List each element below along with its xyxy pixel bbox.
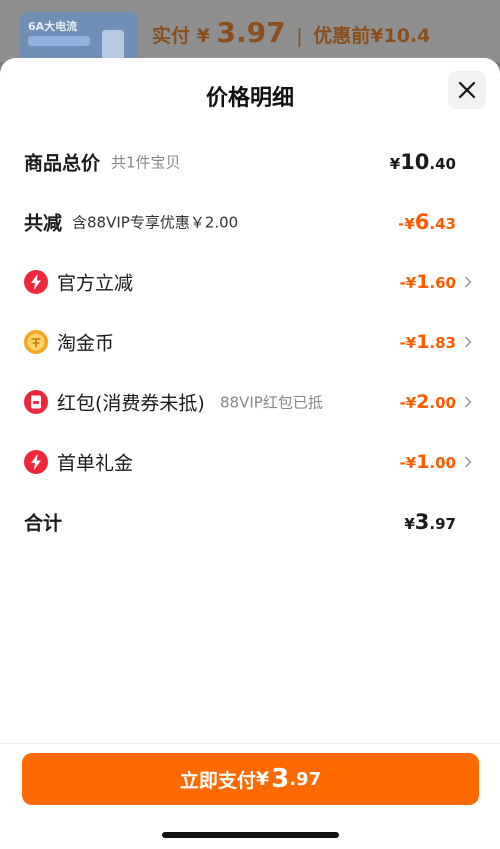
total-discount-label: 共减 bbox=[24, 212, 63, 235]
actual-pay-amount: 3.97 bbox=[216, 16, 286, 49]
official-discount-value: -¥1.60 bbox=[399, 271, 456, 293]
sheet-title: 价格明细 bbox=[205, 86, 294, 111]
total-price-note: 共1件宝贝 bbox=[111, 153, 181, 172]
pay-now-currency: ¥ bbox=[255, 768, 270, 790]
coins-value: -¥1.83 bbox=[399, 331, 456, 353]
row-first-order-gift[interactable]: 首单礼金 -¥1.00 bbox=[0, 442, 500, 482]
red-envelope-icon bbox=[24, 390, 48, 414]
home-indicator[interactable] bbox=[162, 832, 339, 838]
first-order-gift-label: 首单礼金 bbox=[57, 452, 134, 475]
coin-icon bbox=[24, 330, 48, 354]
red-packet-note: 88VIP红包已抵 bbox=[220, 393, 323, 412]
thumbnail-badge bbox=[28, 36, 90, 46]
sum-label: 合计 bbox=[24, 512, 63, 535]
coins-label: 淘金币 bbox=[57, 332, 115, 355]
close-icon bbox=[458, 81, 476, 99]
pay-now-button[interactable]: 立即支付 ¥ 3 .97 bbox=[22, 753, 479, 805]
lightning-icon bbox=[24, 450, 48, 474]
lightning-icon bbox=[24, 270, 48, 294]
close-button[interactable] bbox=[448, 71, 486, 109]
total-price-value: ¥10.40 bbox=[389, 150, 456, 174]
actual-pay-summary: 实付 ¥ 3.97 | 优惠前¥10.4 bbox=[152, 16, 430, 49]
price-detail-sheet: 价格明细 商品总价 共1件宝贝 ¥10.40 共减 含88VIP专享优惠￥2.0… bbox=[0, 58, 500, 849]
red-packet-label: 红包(消费券未抵) bbox=[57, 392, 205, 415]
total-price-label: 商品总价 bbox=[24, 152, 101, 175]
thumbnail-title: 6A大电流 bbox=[28, 20, 78, 33]
row-total-discount: 共减 含88VIP专享优惠￥2.00 -¥6.43 bbox=[0, 202, 500, 242]
actual-pay-currency: ¥ bbox=[196, 25, 210, 47]
row-official-discount[interactable]: 官方立减 -¥1.60 bbox=[0, 262, 500, 302]
chevron-right-icon bbox=[464, 396, 472, 408]
row-total-price: 商品总价 共1件宝贝 ¥10.40 bbox=[0, 142, 500, 182]
pay-now-decimal: .97 bbox=[289, 768, 322, 790]
row-coins[interactable]: 淘金币 -¥1.83 bbox=[0, 322, 500, 362]
total-discount-value: -¥6.43 bbox=[398, 210, 456, 234]
before-discount-price: 优惠前¥10.4 bbox=[313, 25, 431, 47]
pay-now-label: 立即支付 bbox=[179, 769, 256, 792]
total-discount-note: 含88VIP专享优惠￥2.00 bbox=[72, 213, 239, 232]
footer-divider bbox=[0, 743, 500, 744]
row-red-packet[interactable]: 红包(消费券未抵) 88VIP红包已抵 -¥2.00 bbox=[0, 382, 500, 422]
red-packet-value: -¥2.00 bbox=[399, 391, 456, 413]
first-order-gift-value: -¥1.00 bbox=[399, 451, 456, 473]
row-sum: 合计 ¥3.97 bbox=[0, 502, 500, 542]
official-discount-label: 官方立减 bbox=[57, 272, 134, 295]
background-page: 6A大电流 实付 ¥ 3.97 | 优惠前¥10.4 bbox=[0, 0, 500, 72]
product-image bbox=[102, 30, 124, 60]
chevron-right-icon bbox=[464, 276, 472, 288]
chevron-right-icon bbox=[464, 456, 472, 468]
actual-pay-label: 实付 bbox=[152, 25, 191, 47]
sum-value: ¥3.97 bbox=[404, 510, 456, 534]
chevron-right-icon bbox=[464, 336, 472, 348]
price-separator: | bbox=[296, 25, 303, 47]
pay-now-amount: 3 bbox=[271, 764, 290, 794]
